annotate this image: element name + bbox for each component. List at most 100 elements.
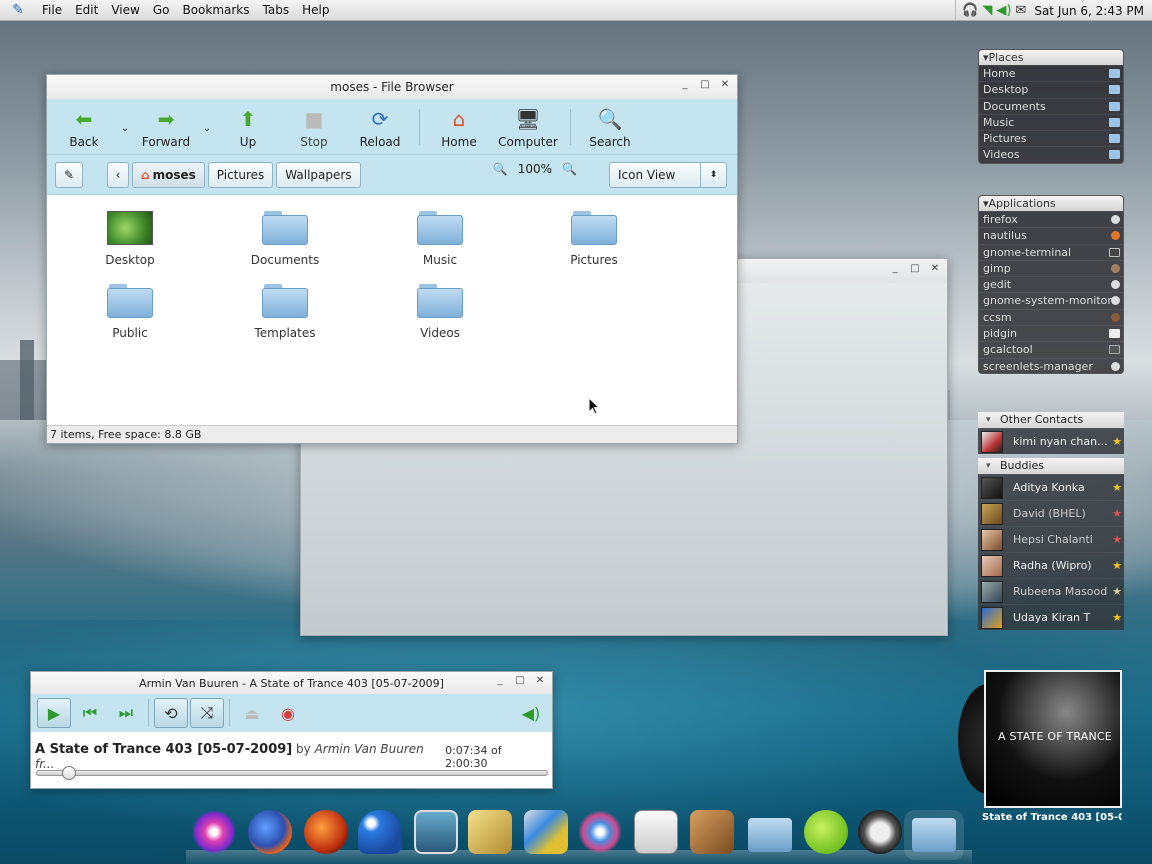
repeat-button[interactable]: ⟲	[154, 698, 188, 728]
breadcrumb-moses[interactable]: ⌂ moses	[132, 161, 205, 188]
menu-go[interactable]: Go	[153, 3, 170, 17]
file-item-desktop[interactable]: Desktop	[80, 211, 180, 267]
app-firefox[interactable]: firefox	[979, 211, 1123, 227]
minimize-icon[interactable]: _	[889, 263, 901, 274]
buddy-row[interactable]: Aditya Konka ★	[978, 474, 1124, 500]
breadcrumb-pictures[interactable]: Pictures	[207, 161, 274, 188]
place-videos[interactable]: Videos	[979, 146, 1123, 162]
headphones-icon[interactable]	[858, 810, 902, 854]
buddy-row[interactable]: Udaya Kiran T ★	[978, 604, 1124, 630]
headphones-icon[interactable]: 🎧	[962, 3, 978, 18]
maximize-icon[interactable]: □	[909, 263, 921, 274]
photo-manager-icon[interactable]	[634, 810, 678, 854]
close-icon[interactable]: ✕	[929, 263, 941, 274]
mushroom-icon[interactable]	[358, 810, 402, 854]
seek-bar[interactable]	[36, 766, 548, 780]
menu-file[interactable]: File	[42, 3, 62, 17]
minimize-icon[interactable]: _	[494, 675, 506, 686]
album-art[interactable]: A STATE OF TRANCE	[984, 670, 1122, 808]
menu-edit[interactable]: Edit	[75, 3, 98, 17]
breadcrumb-wallpapers[interactable]: Wallpapers	[276, 161, 361, 188]
file-item-music[interactable]: Music	[390, 211, 490, 267]
app-nautilus[interactable]: nautilus	[979, 227, 1123, 243]
package-icon[interactable]	[690, 810, 734, 854]
app-pidgin[interactable]: pidgin	[979, 325, 1123, 341]
previous-button[interactable]: ⏮	[73, 698, 107, 728]
search-button[interactable]: 🔍 Search	[577, 102, 643, 152]
file-item-pictures[interactable]: Pictures	[544, 211, 644, 267]
path-scroll-left-button[interactable]: ‹	[107, 161, 129, 188]
place-music[interactable]: Music	[979, 113, 1123, 130]
paint-icon[interactable]	[578, 810, 622, 854]
place-home[interactable]: Home	[979, 65, 1123, 81]
clock[interactable]: Sat Jun 6, 2:43 PM	[1034, 4, 1144, 18]
buddy-row[interactable]: Hepsi Chalanti ★	[978, 526, 1124, 552]
ubuntu-orb-icon[interactable]	[304, 810, 348, 854]
menu-help[interactable]: Help	[302, 3, 329, 17]
close-icon[interactable]: ✕	[534, 675, 546, 686]
next-button[interactable]: ⏭	[109, 698, 143, 728]
app-gcalctool[interactable]: gcalctool	[979, 341, 1123, 357]
group-other-contacts[interactable]: Other Contacts	[978, 412, 1124, 428]
zoom-out-icon[interactable]: 🔍	[493, 162, 508, 176]
seek-handle[interactable]	[62, 766, 77, 780]
place-pictures[interactable]: Pictures	[979, 130, 1123, 146]
back-button[interactable]: ⬅ Back	[51, 102, 117, 152]
play-button[interactable]: ▶	[37, 698, 71, 728]
menu-bookmarks[interactable]: Bookmarks	[182, 3, 249, 17]
app-gimp[interactable]: gimp	[979, 259, 1123, 276]
minimize-icon[interactable]: _	[679, 79, 691, 90]
maximize-icon[interactable]: □	[514, 675, 526, 686]
app-ccsm[interactable]: ccsm	[979, 308, 1123, 325]
player-titlebar[interactable]: Armin Van Buuren - A State of Trance 403…	[31, 672, 552, 694]
computer-button[interactable]: 🖥 Computer	[492, 102, 564, 152]
buddy-row[interactable]: David (BHEL) ★	[978, 500, 1124, 526]
eject-button[interactable]: ⏏	[235, 698, 269, 728]
buddy-row[interactable]: Radha (Wipro) ★	[978, 552, 1124, 578]
buddy-row[interactable]: Rubeena Masood ★	[978, 578, 1124, 604]
rhythmbox-icon[interactable]	[192, 810, 236, 854]
app-launcher-icon[interactable]	[804, 810, 848, 854]
shuffle-button[interactable]: ⤨	[190, 698, 224, 728]
firefox-icon[interactable]	[248, 810, 292, 854]
app-gedit[interactable]: gedit	[979, 276, 1123, 292]
folder-icon[interactable]	[748, 818, 792, 852]
file-item-templates[interactable]: Templates	[235, 284, 335, 340]
toggle-location-entry-button[interactable]: ✎	[55, 161, 83, 188]
place-desktop[interactable]: Desktop	[979, 81, 1123, 97]
notebook-icon[interactable]	[468, 810, 512, 854]
reload-button[interactable]: ⟳ Reload	[347, 102, 413, 152]
maximize-icon[interactable]: □	[699, 79, 711, 90]
app-screenlets-manager[interactable]: screenlets-manager	[979, 357, 1123, 374]
zoom-level[interactable]: 100%	[518, 162, 552, 176]
file-item-videos[interactable]: Videos	[390, 284, 490, 340]
volume-button[interactable]: ◀)	[514, 698, 548, 728]
group-buddies[interactable]: Buddies	[978, 458, 1124, 474]
visualizer-button[interactable]: ◉	[271, 698, 305, 728]
view-mode-select[interactable]: Icon View ⬍	[609, 162, 727, 188]
up-button[interactable]: ⬆ Up	[215, 102, 281, 152]
file-item-public[interactable]: Public	[80, 284, 180, 340]
app-gnome-system-monitor[interactable]: gnome-system-monitor	[979, 292, 1123, 308]
forward-history-dropdown[interactable]: ⌄	[199, 123, 215, 134]
places-header[interactable]: ▾Places	[979, 50, 1123, 65]
place-documents[interactable]: Documents	[979, 97, 1123, 114]
stop-button[interactable]: ■ Stop	[281, 102, 347, 152]
file-icon-view[interactable]: Desktop Documents Music Pictures Public …	[47, 195, 737, 429]
image-viewer-icon[interactable]	[524, 810, 568, 854]
folder-active-icon[interactable]	[912, 818, 956, 852]
home-button[interactable]: ⌂ Home	[426, 102, 492, 152]
screenshot-icon[interactable]	[414, 810, 458, 854]
volume-icon[interactable]: ◀)	[996, 3, 1011, 18]
back-history-dropdown[interactable]: ⌄	[117, 123, 133, 134]
main-menu-icon[interactable]: ✎	[8, 0, 28, 20]
wifi-icon[interactable]: ◥	[982, 3, 992, 18]
menu-tabs[interactable]: Tabs	[263, 3, 290, 17]
file-browser-titlebar[interactable]: moses - File Browser _ □ ✕	[47, 75, 737, 99]
menu-view[interactable]: View	[111, 3, 139, 17]
close-icon[interactable]: ✕	[719, 79, 731, 90]
zoom-in-icon[interactable]: 🔍	[562, 162, 577, 176]
mail-icon[interactable]: ✉	[1015, 3, 1026, 18]
forward-button[interactable]: ➡ Forward	[133, 102, 199, 152]
buddy-row[interactable]: kimi nyan chan... ★	[978, 428, 1124, 454]
